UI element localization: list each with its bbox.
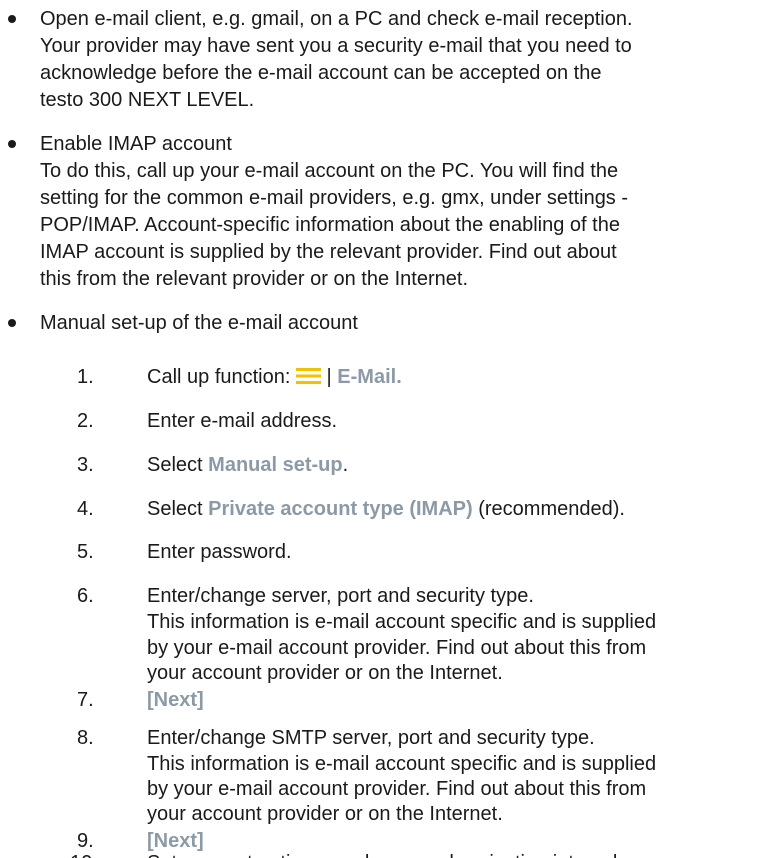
step-10-text: Set account options, such as synchroniza… bbox=[147, 851, 623, 858]
step-number: 10. bbox=[70, 851, 98, 858]
step-number: 4. bbox=[77, 498, 94, 520]
step-1-pre: Call up function: bbox=[147, 366, 296, 388]
bullet-dot bbox=[8, 15, 16, 23]
step-3-post: . bbox=[342, 454, 349, 476]
step-4-text: Select Private account type (IMAP) (reco… bbox=[147, 497, 625, 521]
email-menu-label: E-Mail. bbox=[337, 366, 402, 388]
bullet-dot bbox=[8, 140, 16, 148]
step-5-text: Enter password. bbox=[147, 541, 292, 563]
step-6-line-1: Enter/change server, port and security t… bbox=[147, 585, 534, 607]
step-8-line-2: This information is e-mail account speci… bbox=[147, 753, 657, 775]
step-6-line-3: by your e-mail account provider. Find ou… bbox=[147, 637, 647, 659]
bullet-dot bbox=[8, 319, 16, 327]
bullet-1-line-3: acknowledge before the e-mail account ca… bbox=[40, 62, 602, 84]
step-3-text: Select Manual set-up. bbox=[147, 453, 348, 477]
menu-icon bbox=[295, 368, 321, 384]
step-2-text: Enter e-mail address. bbox=[147, 410, 338, 432]
bullet-2-line-5: IMAP account is supplied by the relevant… bbox=[40, 241, 617, 263]
step-number: 8. bbox=[77, 727, 94, 749]
next-button-label: [Next] bbox=[147, 830, 204, 852]
private-account-type-label: Private account type (IMAP) bbox=[208, 498, 473, 520]
step-4-post: (recommended). bbox=[472, 498, 625, 520]
step-8-line-4: your account provider or on the Internet… bbox=[147, 803, 503, 825]
step-6-line-4: your account provider or on the Internet… bbox=[147, 662, 503, 684]
step-number: 5. bbox=[77, 541, 94, 563]
step-1-text: Call up function: | E-Mail. bbox=[147, 365, 402, 389]
next-button-label: [Next] bbox=[147, 689, 204, 711]
step-3-pre: Select bbox=[147, 454, 209, 476]
bullet-1-line-4: testo 300 NEXT LEVEL. bbox=[40, 89, 255, 111]
step-number: 6. bbox=[77, 585, 94, 607]
bullet-2-line-6: this from the relevant provider or on th… bbox=[40, 268, 468, 290]
step-number: 3. bbox=[77, 454, 94, 476]
step-6-line-2: This information is e-mail account speci… bbox=[147, 611, 657, 633]
bullet-3-line-1: Manual set-up of the e-mail account bbox=[40, 312, 358, 334]
step-8-line-3: by your e-mail account provider. Find ou… bbox=[147, 778, 647, 800]
manual-setup-label: Manual set-up bbox=[208, 454, 343, 476]
step-number: 7. bbox=[77, 689, 94, 711]
bullet-1-line-2: Your provider may have sent you a securi… bbox=[40, 35, 632, 57]
step-8-line-1: Enter/change SMTP server, port and secur… bbox=[147, 727, 595, 749]
bullet-1-line-1: Open e-mail client, e.g. gmail, on a PC … bbox=[40, 8, 633, 30]
step-4-pre: Select bbox=[147, 498, 209, 520]
bullet-2-line-2: To do this, call up your e-mail account … bbox=[40, 160, 619, 182]
bullet-2-line-1: Enable IMAP account bbox=[40, 133, 232, 155]
bullet-2-line-4: POP/IMAP. Account-specific information a… bbox=[40, 214, 620, 236]
bullet-2-line-3: setting for the common e-mail providers,… bbox=[40, 187, 629, 209]
step-1-sep: | bbox=[320, 366, 338, 388]
step-number: 2. bbox=[77, 410, 94, 432]
step-number: 1. bbox=[77, 366, 94, 388]
step-number: 9. bbox=[77, 830, 94, 852]
